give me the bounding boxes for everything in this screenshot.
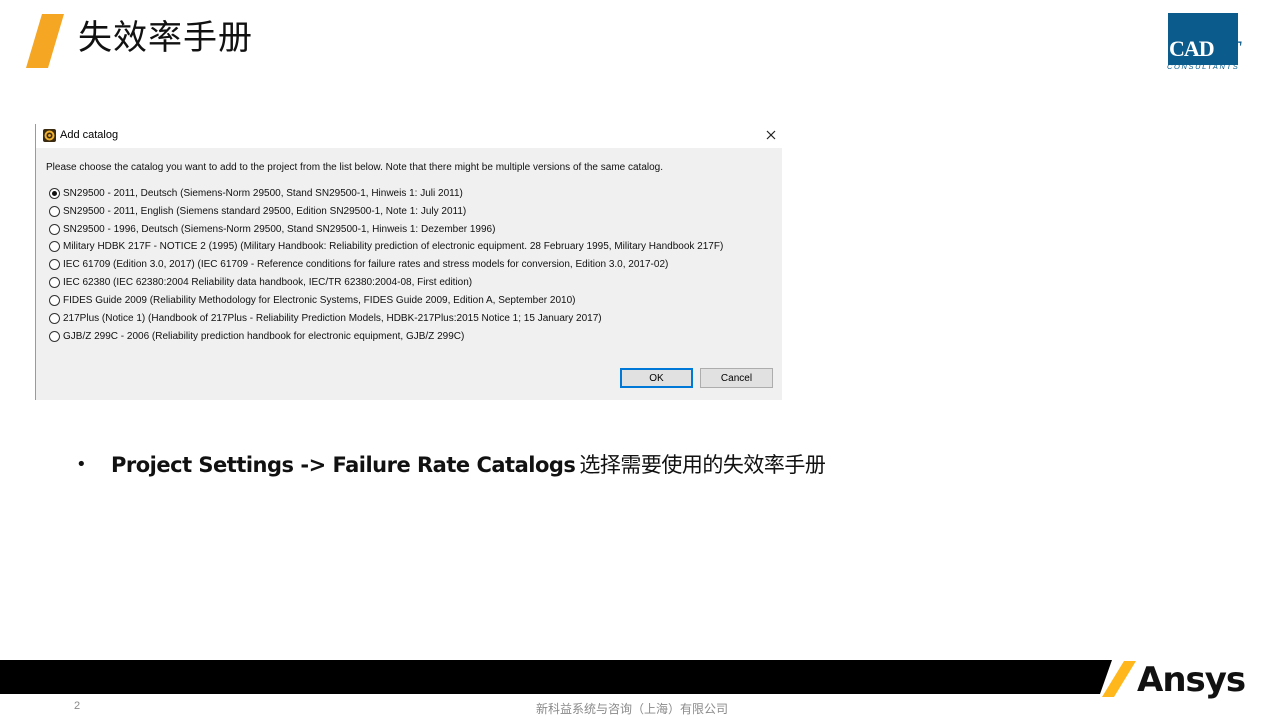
catalog-option-217plus[interactable]: 217Plus (Notice 1) (Handbook of 217Plus … — [49, 310, 602, 326]
page-number: 2 — [74, 700, 81, 712]
cancel-button[interactable]: Cancel — [700, 368, 773, 388]
logo-wordmark: CAD-IT — [1169, 36, 1241, 62]
bullet-bold-text: Project Settings -> Failure Rate Catalog… — [111, 453, 576, 477]
catalog-option-sn29500-2011-de[interactable]: SN29500 - 2011, Deutsch (Siemens-Norm 29… — [49, 185, 463, 201]
app-gear-icon — [43, 129, 56, 142]
logo-subtitle: CONSULTANTS — [1167, 62, 1240, 71]
radio-button[interactable] — [49, 205, 60, 217]
ok-button[interactable]: OK — [620, 368, 693, 388]
catalog-option-iec-62380[interactable]: IEC 62380 (IEC 62380:2004 Reliability da… — [49, 274, 472, 290]
catalog-option-label: IEC 62380 (IEC 62380:2004 Reliability da… — [63, 276, 473, 288]
radio-button[interactable] — [49, 312, 60, 324]
radio-button[interactable] — [49, 294, 60, 306]
radio-button[interactable] — [49, 240, 60, 252]
dialog-title: Add catalog — [60, 129, 119, 141]
radio-button-selected[interactable] — [49, 187, 60, 199]
cad-it-logo: CAD-IT CONSULTANTS — [1167, 12, 1273, 74]
catalog-option-label: SN29500 - 1996, Deutsch (Siemens-Norm 29… — [63, 223, 496, 235]
logo-main-text: CAD — [1169, 36, 1215, 61]
catalog-option-label: 217Plus (Notice 1) (Handbook of 217Plus … — [63, 312, 602, 324]
add-catalog-dialog: Add catalog Please choose the catalog yo… — [35, 124, 783, 400]
catalog-option-label: SN29500 - 2011, Deutsch (Siemens-Norm 29… — [63, 187, 463, 199]
catalog-option-label: GJB/Z 299C - 2006 (Reliability predictio… — [63, 330, 465, 342]
bullet-rest-text: 选择需要使用的失效率手册 — [579, 453, 826, 477]
radio-button[interactable] — [49, 223, 60, 235]
catalog-option-fides-2009[interactable]: FIDES Guide 2009 (Reliability Methodolog… — [49, 292, 575, 308]
catalog-option-label: FIDES Guide 2009 (Reliability Methodolog… — [63, 294, 576, 306]
radio-button[interactable] — [49, 276, 60, 288]
dialog-message: Please choose the catalog you want to ad… — [46, 162, 664, 173]
catalog-option-label: IEC 61709 (Edition 3.0, 2017) (IEC 61709… — [63, 258, 669, 270]
catalog-option-sn29500-1996-de[interactable]: SN29500 - 1996, Deutsch (Siemens-Norm 29… — [49, 221, 495, 237]
radio-button[interactable] — [49, 330, 60, 342]
catalog-option-mil-hdbk-217f[interactable]: Military HDBK 217F - NOTICE 2 (1995) (Mi… — [49, 238, 723, 254]
ansys-wordmark: Ansys — [1137, 660, 1246, 700]
company-name: 新科益系统与咨询（上海）有限公司 — [536, 702, 729, 716]
catalog-option-label: SN29500 - 2011, English (Siemens standar… — [63, 205, 467, 217]
catalog-option-label: Military HDBK 217F - NOTICE 2 (1995) (Mi… — [63, 240, 724, 252]
radio-button[interactable] — [49, 258, 60, 270]
slide-title: 失效率手册 — [78, 18, 253, 58]
bullet-symbol: • — [76, 454, 87, 475]
title-accent-bar — [26, 14, 64, 68]
dialog-titlebar: Add catalog — [36, 124, 783, 148]
logo-suffix-text: -IT — [1213, 36, 1241, 61]
catalog-option-iec-61709[interactable]: IEC 61709 (Edition 3.0, 2017) (IEC 61709… — [49, 256, 668, 272]
footer-band — [0, 660, 1100, 694]
catalog-option-gjb-z-299c[interactable]: GJB/Z 299C - 2006 (Reliability predictio… — [49, 328, 464, 344]
bullet-text: Project Settings -> Failure Rate Catalog… — [111, 451, 826, 479]
close-icon[interactable] — [764, 128, 778, 142]
catalog-option-sn29500-2011-en[interactable]: SN29500 - 2011, English (Siemens standar… — [49, 203, 466, 219]
